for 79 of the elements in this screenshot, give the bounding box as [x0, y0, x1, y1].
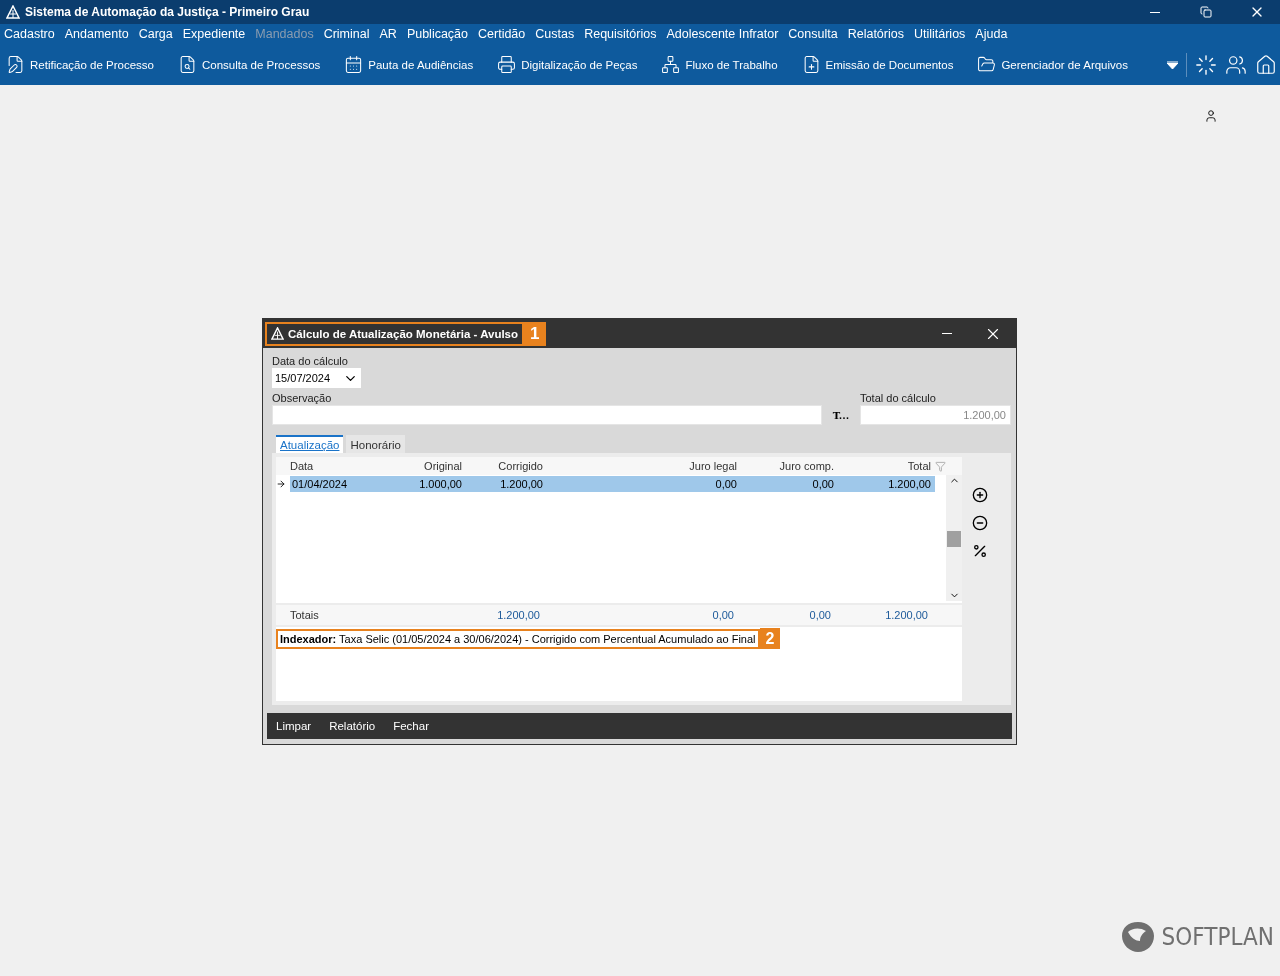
toolbar-button[interactable]: Retificação de Processo — [6, 55, 154, 74]
indexer-text: Indexador: Taxa Selic (01/05/2024 a 30/06/2024) - Corrigido com Percentual Acumulado ao Final — [276, 628, 760, 649]
app-logo-icon — [6, 5, 20, 19]
column-header[interactable]: Total — [838, 460, 935, 472]
minimize-icon — [1150, 11, 1160, 13]
footer-button[interactable]: Fechar — [393, 720, 429, 732]
column-header[interactable]: Juro legal — [547, 460, 741, 472]
dialog-title: Cálculo de Atualização Monetária - Avulso — [288, 327, 519, 340]
menu-item[interactable]: Consulta — [788, 27, 838, 41]
date-field[interactable]: 15/07/2024 — [272, 368, 361, 388]
table-cell: 0,00 — [741, 476, 838, 492]
menu-item[interactable]: Cadastro — [4, 27, 55, 41]
loading-icon[interactable] — [1195, 53, 1217, 76]
menu-item[interactable]: Ajuda — [975, 27, 1008, 41]
menu-item[interactable]: Utilitários — [913, 27, 966, 41]
app-logo-icon — [271, 327, 284, 340]
calendar-icon — [344, 55, 364, 74]
total-field[interactable]: 1.200,00 — [860, 405, 1011, 425]
file-search-icon — [178, 55, 197, 74]
network-icon — [661, 55, 681, 74]
toolbar-button[interactable]: Pauta de Audiências — [344, 55, 474, 74]
restore-icon — [1200, 6, 1212, 18]
footer-button[interactable]: Limpar — [276, 720, 312, 732]
total-cell-text: 1.200,00 — [884, 609, 929, 621]
toolbar-button[interactable]: Digitalização de Peças — [497, 55, 638, 74]
remove-icon[interactable] — [972, 515, 988, 531]
menu-item[interactable]: AR — [379, 27, 397, 41]
callout-marker: 2 — [759, 628, 781, 649]
menu-item[interactable]: Adolescente Infrator — [666, 27, 779, 41]
menu-item[interactable]: Carga — [138, 27, 173, 41]
callout-marker: 1 — [524, 321, 546, 346]
column-header[interactable]: Corrigido — [466, 460, 547, 472]
field-label: Total do cálculo — [860, 392, 937, 404]
minimize-icon — [942, 333, 952, 334]
total-cell-text: 1.200,00 — [496, 609, 541, 621]
file-pen-icon — [6, 55, 25, 74]
total-cell-text: 0,00 — [711, 609, 735, 621]
menu-item[interactable]: Custas — [535, 27, 575, 41]
brand-logo-icon — [1119, 920, 1156, 954]
field-label: Data do cálculo — [272, 355, 349, 367]
column-header[interactable]: Original — [390, 460, 466, 472]
toolbar-button[interactable]: Gerenciador de Arquivos — [977, 55, 1128, 74]
scrollbar[interactable] — [946, 475, 962, 601]
dropdown-triangle-icon[interactable] — [1167, 60, 1178, 69]
home-icon[interactable] — [1255, 53, 1277, 76]
footer-button[interactable]: Relatório — [329, 720, 376, 732]
toolbar-button[interactable]: Emissão de Documentos — [801, 55, 954, 74]
percent-icon[interactable] — [972, 543, 988, 559]
table-cell: 1.200,00 — [838, 476, 935, 492]
table-cell: 01/04/2024 — [290, 476, 390, 492]
menu-item[interactable]: Andamento — [64, 27, 129, 41]
menu-item[interactable]: Publicação — [406, 27, 469, 41]
users-icon[interactable] — [1225, 53, 1247, 76]
toolbar-button[interactable]: Consulta de Processos — [178, 55, 321, 74]
field-label: Observação — [272, 392, 333, 404]
scroll-thumb[interactable] — [947, 531, 961, 547]
tab[interactable]: Honorário — [346, 435, 405, 453]
column-header[interactable]: Juro comp. — [741, 460, 838, 472]
text-button[interactable]: T... — [828, 405, 854, 425]
add-icon[interactable] — [972, 487, 988, 503]
column-header[interactable]: Data — [290, 460, 390, 472]
folder-icon — [977, 55, 997, 74]
menu-item[interactable]: Relatórios — [847, 27, 904, 41]
printer-icon — [497, 55, 517, 74]
menu-item[interactable]: Criminal — [323, 27, 370, 41]
tab[interactable]: Atualização — [276, 435, 344, 453]
table-cell: 1.000,00 — [390, 476, 466, 492]
brand-name: SOFTPLAN — [1161, 923, 1274, 951]
user-icon[interactable] — [1204, 109, 1218, 123]
total-cell-text: 0,00 — [808, 609, 832, 621]
table-cell: 1.200,00 — [466, 476, 547, 492]
observation-field[interactable] — [272, 405, 822, 425]
menu-item[interactable]: Expediente — [182, 27, 246, 41]
window-title: Sistema de Automação da Justiça - Primeiro Grau — [25, 5, 311, 19]
menu-item[interactable]: Certidão — [478, 27, 526, 41]
menu-item[interactable]: Requisitórios — [584, 27, 657, 41]
toolbar-button[interactable]: Fluxo de Trabalho — [661, 55, 778, 74]
totals-label: Totais — [290, 609, 320, 621]
table-cell: 0,00 — [547, 476, 741, 492]
